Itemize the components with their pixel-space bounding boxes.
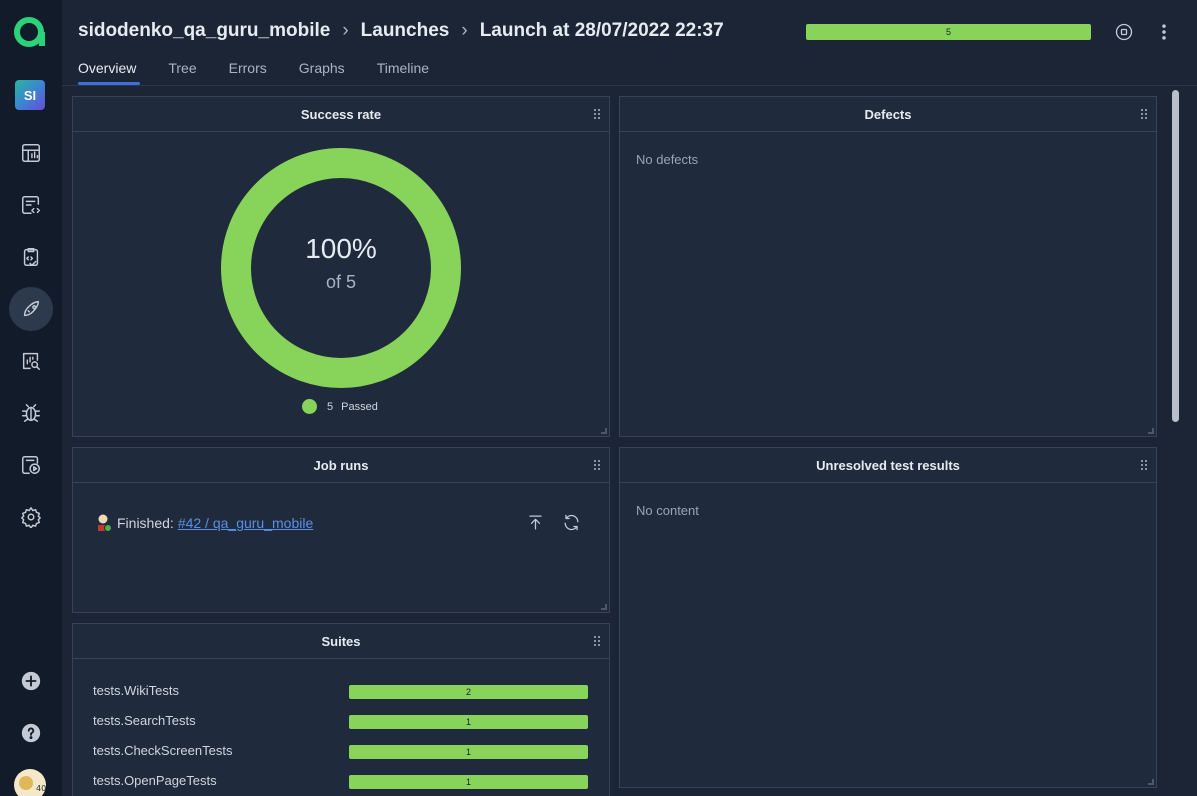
project-avatar[interactable]: SI [15, 80, 45, 110]
dashboards-icon[interactable] [9, 131, 53, 175]
tab-bar: Overview Tree Errors Graphs Timeline [78, 60, 461, 85]
chart-legend: 5 Passed [302, 399, 378, 414]
header: sidodenko_qa_guru_mobile › Launches › La… [62, 0, 1197, 86]
suite-row[interactable]: tests.OpenPageTests 1 [93, 773, 589, 791]
widget-title: Job runs [73, 448, 609, 483]
job-run-link[interactable]: #42 / qa_guru_mobile [178, 515, 313, 531]
suite-row[interactable]: tests.WikiTests 2 [93, 683, 589, 701]
allure-logo-icon[interactable] [13, 16, 47, 48]
tab-errors[interactable]: Errors [229, 60, 267, 84]
donut-passed-segment [221, 148, 461, 388]
jenkins-icon [95, 513, 113, 533]
add-icon[interactable] [9, 659, 53, 703]
scrollbar-thumb[interactable] [1172, 90, 1179, 422]
test-cases-icon[interactable] [9, 183, 53, 227]
resize-handle-icon[interactable] [601, 428, 607, 434]
suite-name[interactable]: tests.SearchTests [93, 713, 196, 728]
passed-dot-icon [302, 399, 317, 414]
chevron-right-icon: › [461, 20, 468, 41]
sidebar: SI 40 [0, 0, 62, 796]
tab-overview[interactable]: Overview [78, 60, 141, 85]
more-menu-button[interactable] [1152, 20, 1176, 44]
drag-handle-icon[interactable] [594, 636, 600, 647]
resize-handle-icon[interactable] [1148, 779, 1154, 785]
stop-icon [1115, 23, 1133, 41]
widget-title: Success rate [73, 97, 609, 132]
suite-name[interactable]: tests.OpenPageTests [93, 773, 217, 788]
user-badge: 40 [36, 784, 46, 793]
chevron-right-icon: › [342, 20, 349, 41]
resize-handle-icon[interactable] [601, 604, 607, 610]
defects-widget: Defects No defects [619, 96, 1157, 437]
suite-status-bar: 1 [349, 745, 588, 759]
tab-graphs[interactable]: Graphs [299, 60, 345, 84]
upload-results-button[interactable] [524, 511, 546, 533]
tab-tree[interactable]: Tree [168, 60, 196, 84]
empty-state: No defects [636, 152, 699, 167]
test-plans-icon[interactable] [9, 235, 53, 279]
success-percent: 100% [305, 233, 377, 264]
suite-status-bar: 2 [349, 685, 588, 699]
breadcrumb-launch: Launch at 28/07/2022 22:37 [479, 20, 724, 41]
analytics-icon[interactable] [9, 339, 53, 383]
suite-name[interactable]: tests.CheckScreenTests [93, 743, 232, 758]
stop-launch-button[interactable] [1112, 20, 1136, 44]
widget-title: Suites [73, 624, 609, 659]
legend-label: Passed [341, 400, 378, 413]
rerun-job-button[interactable] [560, 511, 582, 533]
success-total: of 5 [325, 272, 357, 292]
drag-handle-icon[interactable] [594, 109, 600, 120]
breadcrumb: sidodenko_qa_guru_mobile › Launches › La… [78, 20, 724, 42]
breadcrumb-launches[interactable]: Launches [361, 20, 450, 42]
upload-icon [528, 515, 542, 529]
job-runs-widget: Job runs Finished: #42 / qa_guru_mobile [72, 447, 610, 613]
jobs-icon[interactable] [9, 443, 53, 487]
drag-handle-icon[interactable] [1141, 460, 1147, 471]
job-status: Finished: [117, 515, 174, 531]
suites-widget: Suites tests.WikiTests 2 tests.SearchTes… [72, 623, 610, 796]
help-icon[interactable] [9, 711, 53, 755]
defects-icon[interactable] [9, 391, 53, 435]
legend-count: 5 [327, 400, 334, 413]
launches-icon[interactable] [9, 287, 53, 331]
drag-handle-icon[interactable] [1141, 109, 1147, 120]
widget-title: Unresolved test results [620, 448, 1156, 483]
suite-row[interactable]: tests.CheckScreenTests 1 [93, 743, 589, 761]
user-avatar[interactable]: 40 [14, 769, 46, 796]
job-run-row: Finished: #42 / qa_guru_mobile [95, 513, 313, 533]
tab-timeline[interactable]: Timeline [377, 60, 429, 84]
breadcrumb-project[interactable]: sidodenko_qa_guru_mobile [78, 20, 330, 42]
more-vertical-icon [1162, 24, 1166, 40]
launch-progress-bar: 5 [806, 24, 1091, 40]
settings-icon[interactable] [9, 495, 53, 539]
drag-handle-icon[interactable] [594, 460, 600, 471]
success-rate-widget: Success rate 100% of 5 5 Passed [72, 96, 610, 437]
suite-status-bar: 1 [349, 715, 588, 729]
empty-state: No content [636, 503, 699, 518]
success-donut-chart [221, 148, 461, 388]
widget-title: Defects [620, 97, 1156, 132]
resize-handle-icon[interactable] [1148, 428, 1154, 434]
suite-name[interactable]: tests.WikiTests [93, 683, 179, 698]
page-scrollbar[interactable] [1168, 86, 1183, 796]
suite-row[interactable]: tests.SearchTests 1 [93, 713, 589, 731]
suite-status-bar: 1 [349, 775, 588, 789]
refresh-icon [564, 514, 578, 530]
unresolved-results-widget: Unresolved test results No content [619, 447, 1157, 788]
